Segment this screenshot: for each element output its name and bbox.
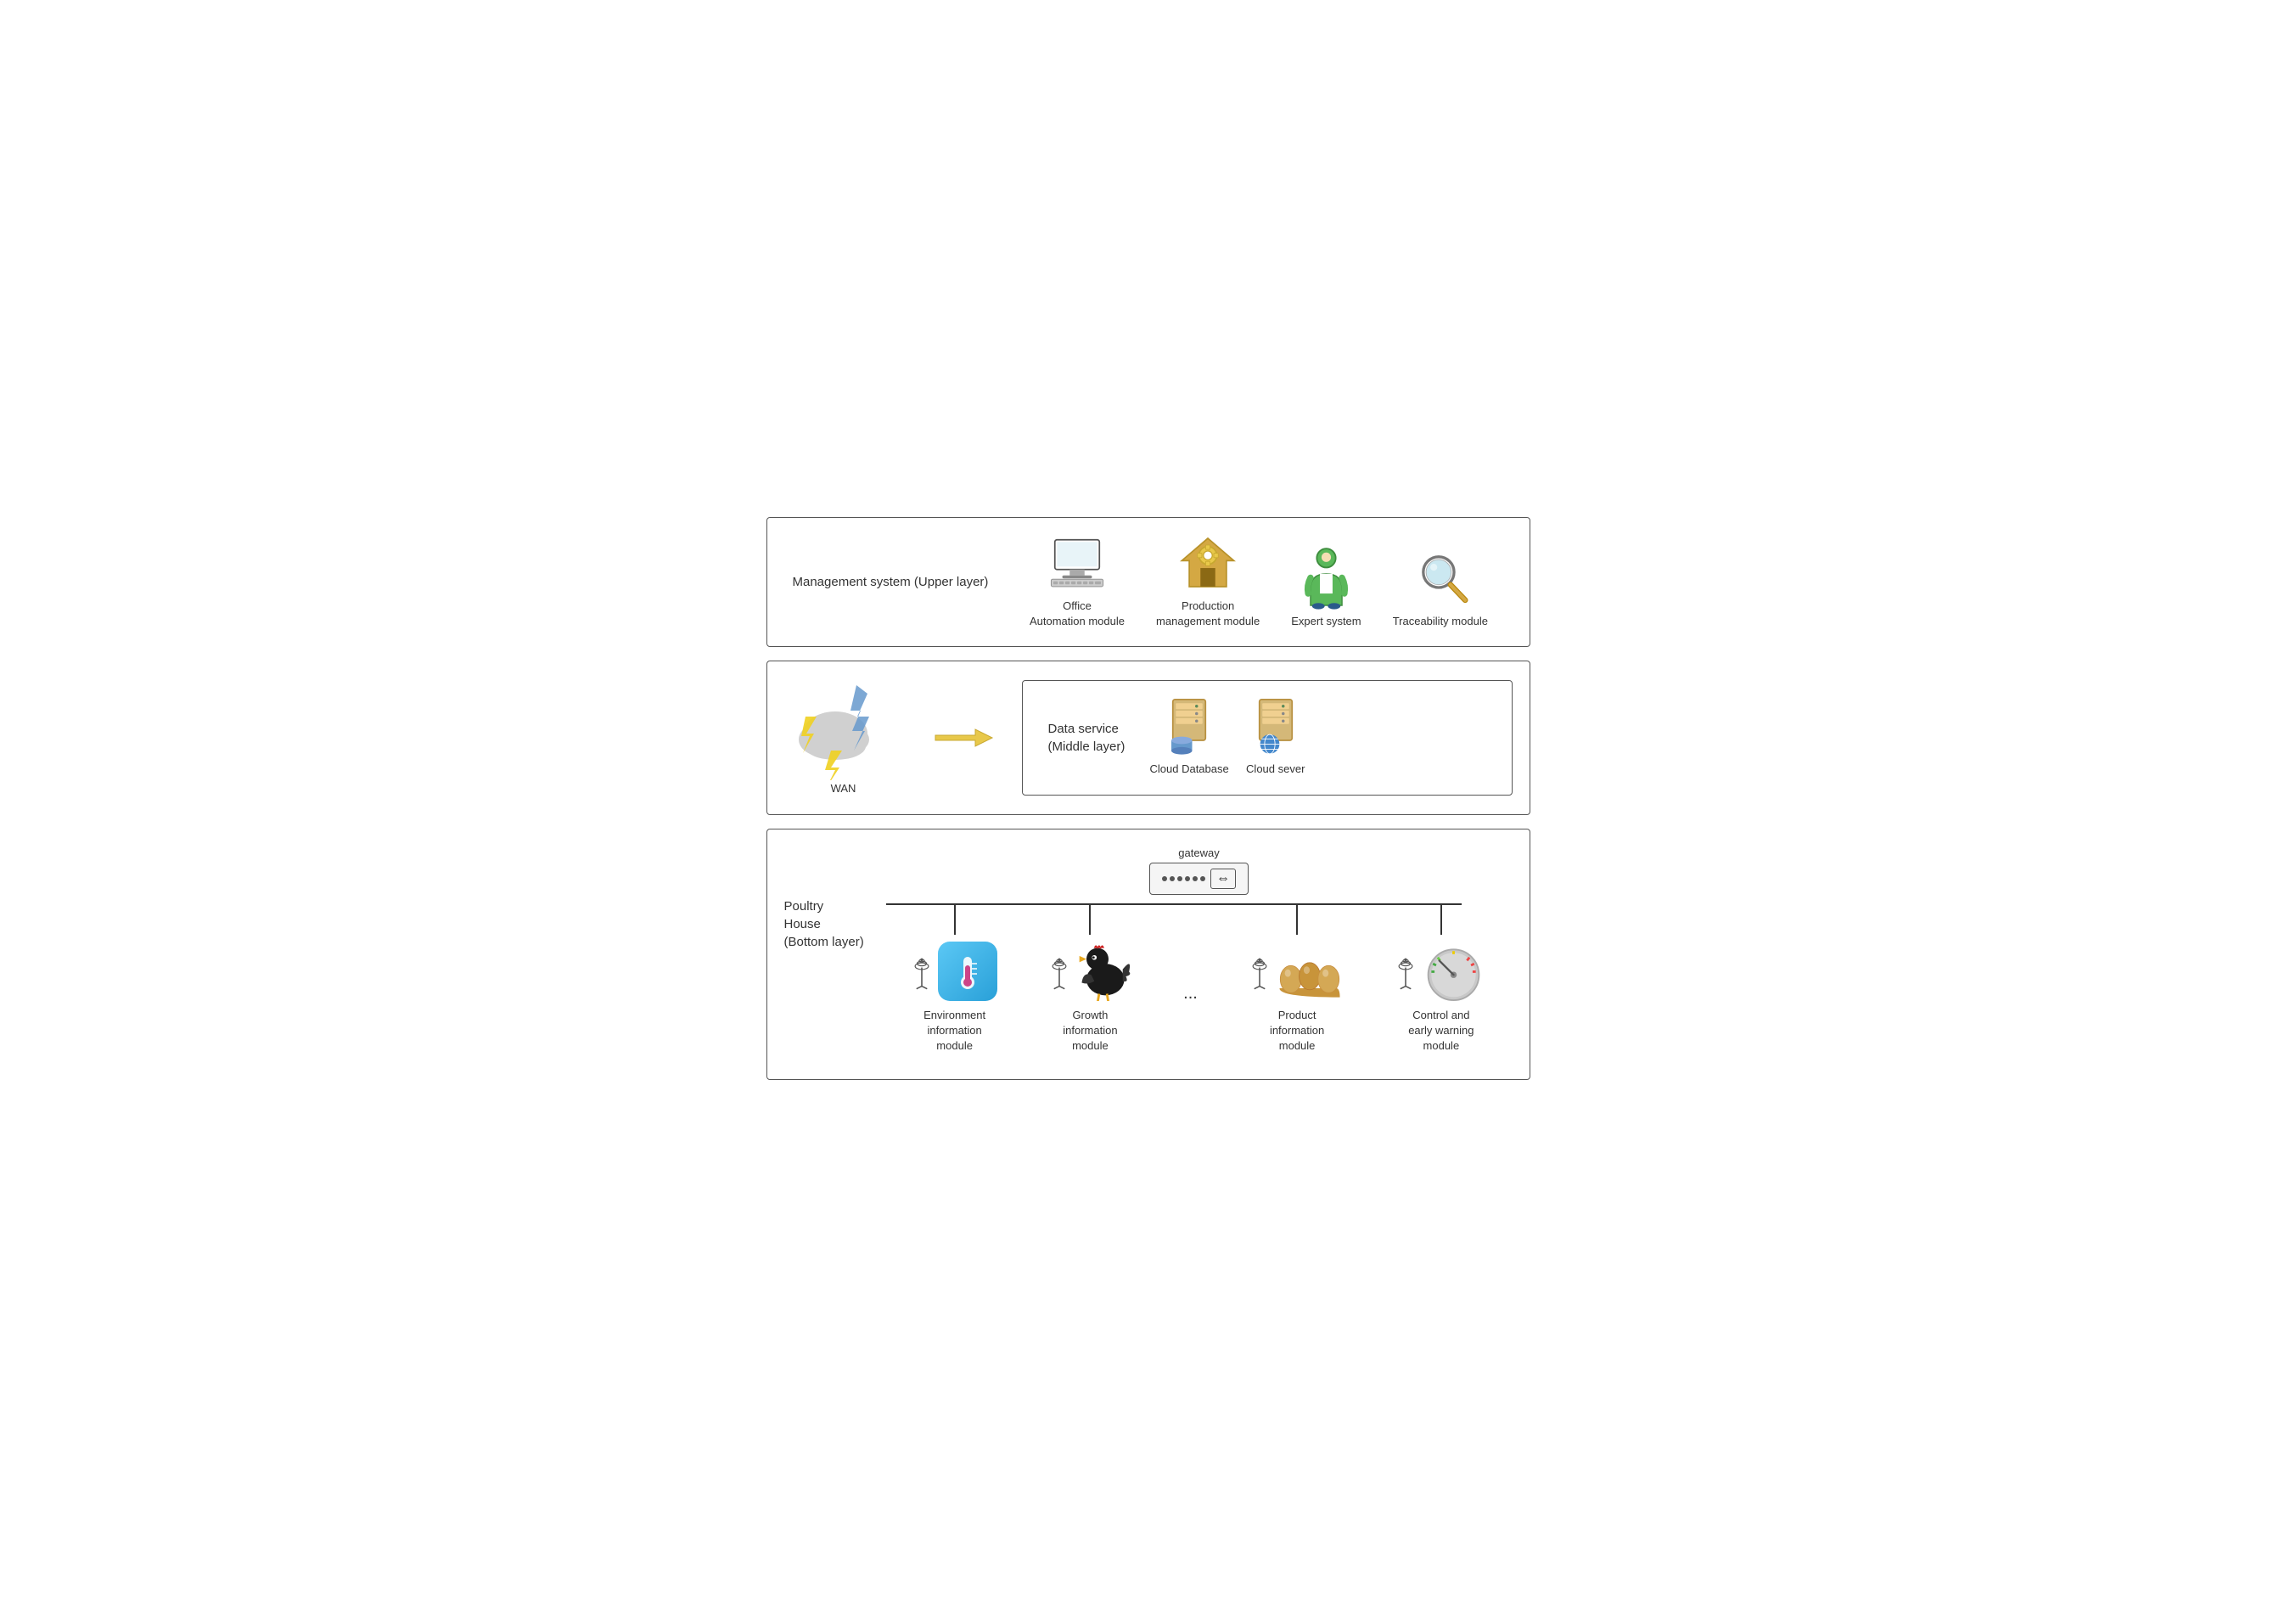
thermometer-icon	[938, 942, 997, 1001]
expert-icon	[1296, 550, 1356, 605]
top-layer-label: Management system (Upper layer)	[793, 573, 989, 591]
control-module-label: Control andearly warningmodule	[1408, 1008, 1474, 1054]
module-growth: Growthinformationmodule	[1050, 905, 1131, 1054]
bottom-layer: PoultryHouse(Bottom layer) gateway	[766, 829, 1530, 1081]
module-cloud-db: Cloud Database	[1150, 698, 1229, 777]
module-product: Productinformationmodule	[1250, 905, 1344, 1054]
traceability-icon	[1411, 550, 1470, 605]
bottom-content: gateway ⇔	[886, 846, 1513, 1054]
gateway-label: gateway	[1178, 846, 1219, 859]
cloud-db-icon	[1159, 698, 1219, 753]
growth-module-label: Growthinformationmodule	[1063, 1008, 1117, 1054]
antenna-control	[1396, 952, 1415, 990]
diagram-container: Management system (Upper layer)	[766, 517, 1530, 1080]
module-production: Productionmanagement module	[1156, 535, 1260, 629]
wan-label: WAN	[831, 781, 856, 796]
product-module-label: Productinformationmodule	[1270, 1008, 1324, 1054]
bottom-modules-row: Environmentinformationmodule	[886, 905, 1513, 1054]
gateway-box: ⇔	[1149, 863, 1249, 895]
module-control: Control andearly warningmodule	[1396, 905, 1485, 1054]
cloud-server-label: Cloud sever	[1246, 762, 1305, 777]
env-module-label: Environmentinformationmodule	[923, 1008, 985, 1054]
antenna-product	[1250, 952, 1269, 990]
dots-separator: ...	[1183, 954, 1198, 1004]
office-label: OfficeAutomation module	[1030, 599, 1125, 629]
antenna-growth	[1050, 952, 1069, 990]
production-icon	[1178, 535, 1238, 590]
gateway-dots	[1162, 876, 1205, 881]
data-service-label: Data service(Middle layer)	[1048, 720, 1133, 756]
module-expert: Expert system	[1291, 550, 1361, 629]
vert-line-growth	[1089, 905, 1091, 935]
cloud-db-label: Cloud Database	[1150, 762, 1229, 777]
gauge-icon	[1422, 942, 1485, 1001]
data-service-box: Data service(Middle layer)	[1022, 680, 1513, 795]
middle-layer: WAN Data service(Middle layer)	[766, 661, 1530, 814]
chicken-icon	[1075, 942, 1131, 1001]
wan-arrow	[929, 725, 996, 751]
eggs-icon	[1276, 942, 1344, 1001]
module-office: OfficeAutomation module	[1030, 535, 1125, 629]
office-icon	[1047, 535, 1107, 590]
cloud-server-icon	[1246, 698, 1305, 753]
gateway-exchange-icon: ⇔	[1210, 869, 1236, 889]
expert-label: Expert system	[1291, 614, 1361, 629]
top-modules-row: OfficeAutomation module	[1013, 535, 1503, 629]
gateway-area: gateway ⇔	[886, 846, 1513, 895]
traceability-label: Traceability module	[1393, 614, 1488, 629]
bottom-layer-label: PoultryHouse(Bottom layer)	[784, 897, 878, 951]
vert-line-env	[954, 905, 956, 935]
module-traceability: Traceability module	[1393, 550, 1488, 629]
antenna-env	[912, 952, 931, 990]
module-cloud-server: Cloud sever	[1246, 698, 1305, 777]
vert-line-product	[1296, 905, 1298, 935]
production-label: Productionmanagement module	[1156, 599, 1260, 629]
wan-section: WAN	[784, 678, 903, 796]
top-layer: Management system (Upper layer)	[766, 517, 1530, 647]
module-environment: Environmentinformationmodule	[912, 905, 997, 1054]
vert-line-control	[1440, 905, 1442, 935]
